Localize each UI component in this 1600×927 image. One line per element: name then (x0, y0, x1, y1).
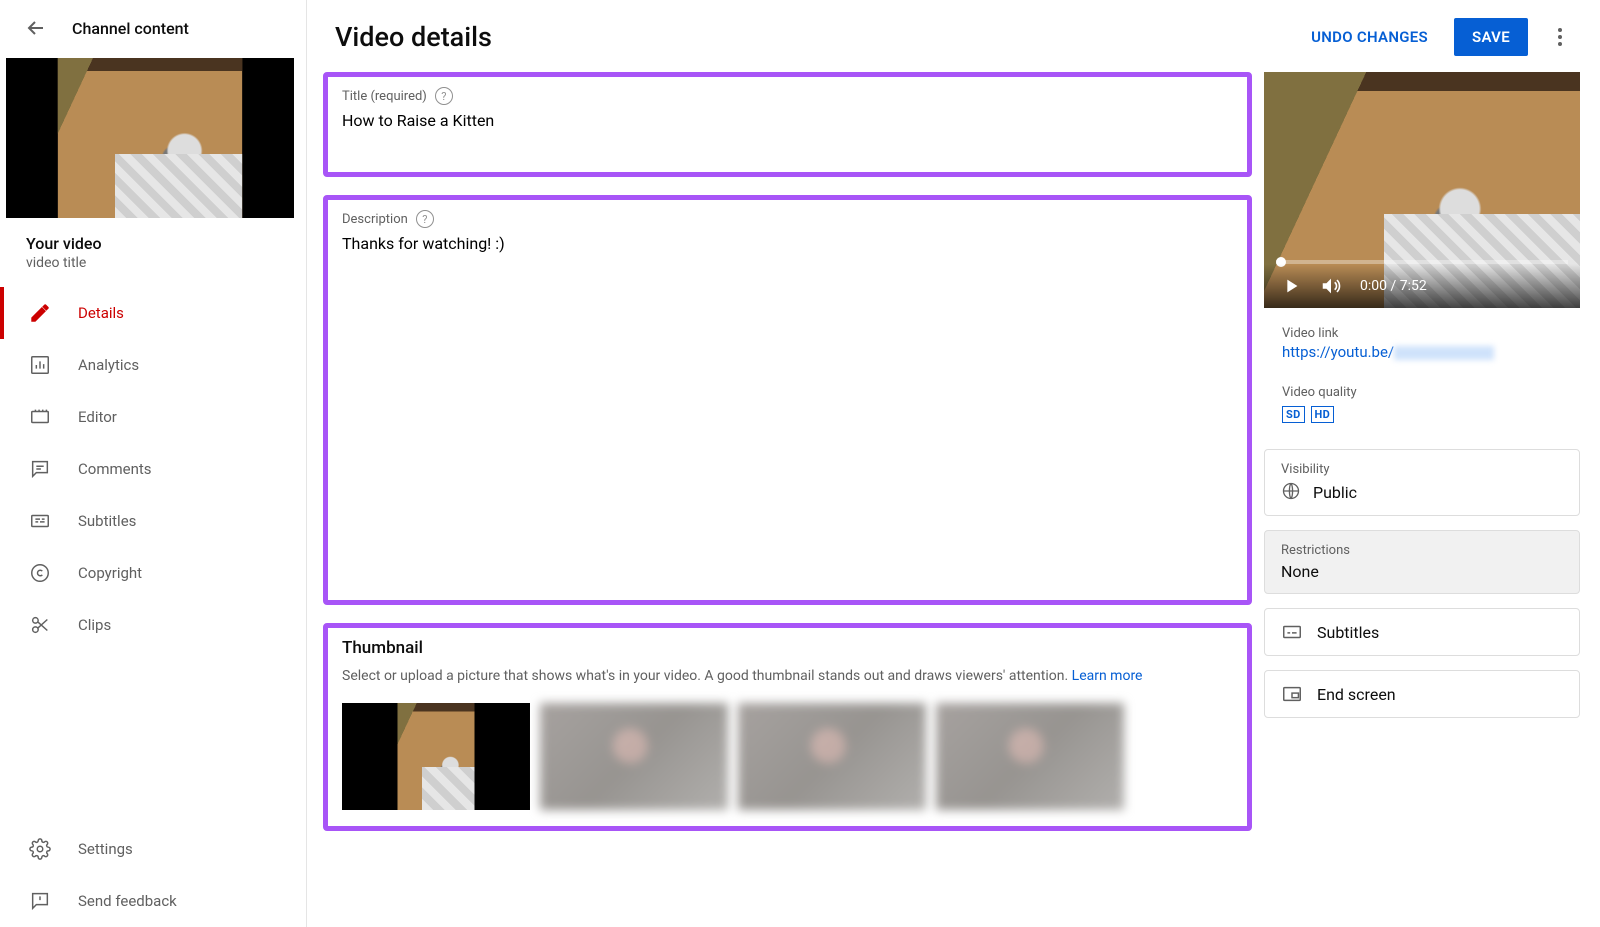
video-quality-label: Video quality (1282, 385, 1582, 400)
right-column: 0:00 / 7:52 Video link https://youtu.be/… (1264, 72, 1600, 927)
help-icon[interactable]: ? (435, 87, 453, 105)
thumbnail-option-3[interactable] (738, 703, 926, 810)
sd-badge: SD (1282, 406, 1305, 423)
restrictions-label: Restrictions (1281, 543, 1563, 558)
sidebar-item-label: Settings (78, 840, 133, 858)
thumbnail-section: Thumbnail Select or upload a picture tha… (328, 628, 1247, 826)
sidebar-item-label: Details (78, 304, 124, 322)
sidebar-item-comments[interactable]: Comments (0, 443, 306, 495)
editor-icon (28, 405, 52, 429)
video-link-label: Video link (1282, 326, 1582, 341)
copyright-icon (28, 561, 52, 585)
your-video-subtitle: video title (26, 255, 280, 271)
more-options-icon[interactable] (1548, 25, 1572, 49)
subtitles-panel-label: Subtitles (1317, 623, 1379, 642)
thumbnail-row (342, 703, 1233, 810)
pencil-icon (28, 301, 52, 325)
thumbnail-text: Select or upload a picture that shows wh… (342, 666, 1233, 687)
thumbnail-option-1[interactable] (342, 703, 530, 810)
main: Video details UNDO CHANGES SAVE Title (r… (307, 0, 1600, 927)
sidebar-video-title-block: Your video video title (0, 230, 306, 287)
title-field[interactable]: Title (required) ? (328, 77, 1247, 172)
help-icon[interactable]: ? (416, 210, 434, 228)
page-title: Video details (335, 21, 1285, 53)
sidebar-thumbnail[interactable] (0, 58, 306, 230)
globe-icon (1281, 481, 1303, 503)
gear-icon (28, 837, 52, 861)
visibility-value: Public (1313, 483, 1357, 502)
description-input[interactable] (342, 234, 1233, 554)
clips-icon (28, 613, 52, 637)
analytics-icon (28, 353, 52, 377)
sidebar-item-clips[interactable]: Clips (0, 599, 306, 651)
sidebar-item-subtitles[interactable]: Subtitles (0, 495, 306, 547)
sidebar-item-label: Clips (78, 616, 111, 634)
sidebar-item-label: Comments (78, 460, 152, 478)
thumbnail-heading: Thumbnail (342, 638, 1233, 658)
sidebar-item-analytics[interactable]: Analytics (0, 339, 306, 391)
undo-changes-button[interactable]: UNDO CHANGES (1297, 18, 1442, 56)
sidebar-item-label: Editor (78, 408, 117, 426)
visibility-panel[interactable]: Visibility Public (1264, 449, 1580, 516)
thumbnail-option-2[interactable] (540, 703, 728, 810)
sidebar: Channel content Your video video title D… (0, 0, 307, 927)
thumbnail-option-4[interactable] (936, 703, 1124, 810)
back-arrow-icon[interactable] (24, 16, 48, 40)
volume-icon[interactable] (1320, 275, 1342, 297)
video-quality-block: Video quality SD HD (1264, 377, 1600, 439)
topbar: Video details UNDO CHANGES SAVE (307, 0, 1600, 72)
subtitles-icon (28, 509, 52, 533)
preview-time: 0:00 / 7:52 (1360, 278, 1427, 294)
feedback-icon (28, 889, 52, 913)
hd-badge: HD (1311, 406, 1335, 423)
subtitles-panel[interactable]: Subtitles (1264, 608, 1580, 656)
end-screen-label: End screen (1317, 685, 1396, 704)
thumbnail-highlight: Thumbnail Select or upload a picture tha… (323, 623, 1252, 831)
save-button[interactable]: SAVE (1454, 18, 1528, 56)
center-column: Title (required) ? Description ? (307, 72, 1264, 927)
sidebar-item-details[interactable]: Details (0, 287, 306, 339)
sidebar-item-settings[interactable]: Settings (0, 823, 306, 875)
end-screen-icon (1281, 683, 1303, 705)
restrictions-panel[interactable]: Restrictions None (1264, 530, 1580, 594)
sidebar-item-copyright[interactable]: Copyright (0, 547, 306, 599)
sidebar-item-feedback[interactable]: Send feedback (0, 875, 306, 927)
subtitles-icon (1281, 621, 1303, 643)
sidebar-item-label: Send feedback (78, 892, 177, 910)
title-input[interactable] (342, 111, 1233, 130)
learn-more-link[interactable]: Learn more (1072, 668, 1143, 684)
play-icon[interactable] (1280, 275, 1302, 297)
title-highlight: Title (required) ? (323, 72, 1252, 177)
comments-icon (28, 457, 52, 481)
video-preview[interactable]: 0:00 / 7:52 (1264, 72, 1580, 308)
channel-content-label[interactable]: Channel content (72, 19, 189, 38)
sidebar-item-label: Copyright (78, 564, 142, 582)
sidebar-item-editor[interactable]: Editor (0, 391, 306, 443)
video-link-block: Video link https://youtu.be/ (1264, 318, 1600, 377)
description-label: Description (342, 212, 408, 227)
sidebar-item-label: Subtitles (78, 512, 136, 530)
visibility-label: Visibility (1281, 462, 1563, 477)
sidebar-header: Channel content (0, 8, 306, 58)
video-link-value[interactable]: https://youtu.be/ (1282, 343, 1582, 361)
end-screen-panel[interactable]: End screen (1264, 670, 1580, 718)
title-label: Title (required) (342, 89, 427, 104)
description-highlight: Description ? (323, 195, 1252, 605)
restrictions-value: None (1281, 562, 1319, 581)
sidebar-item-label: Analytics (78, 356, 139, 374)
description-field[interactable]: Description ? (328, 200, 1247, 600)
your-video-heading: Your video (26, 234, 280, 253)
